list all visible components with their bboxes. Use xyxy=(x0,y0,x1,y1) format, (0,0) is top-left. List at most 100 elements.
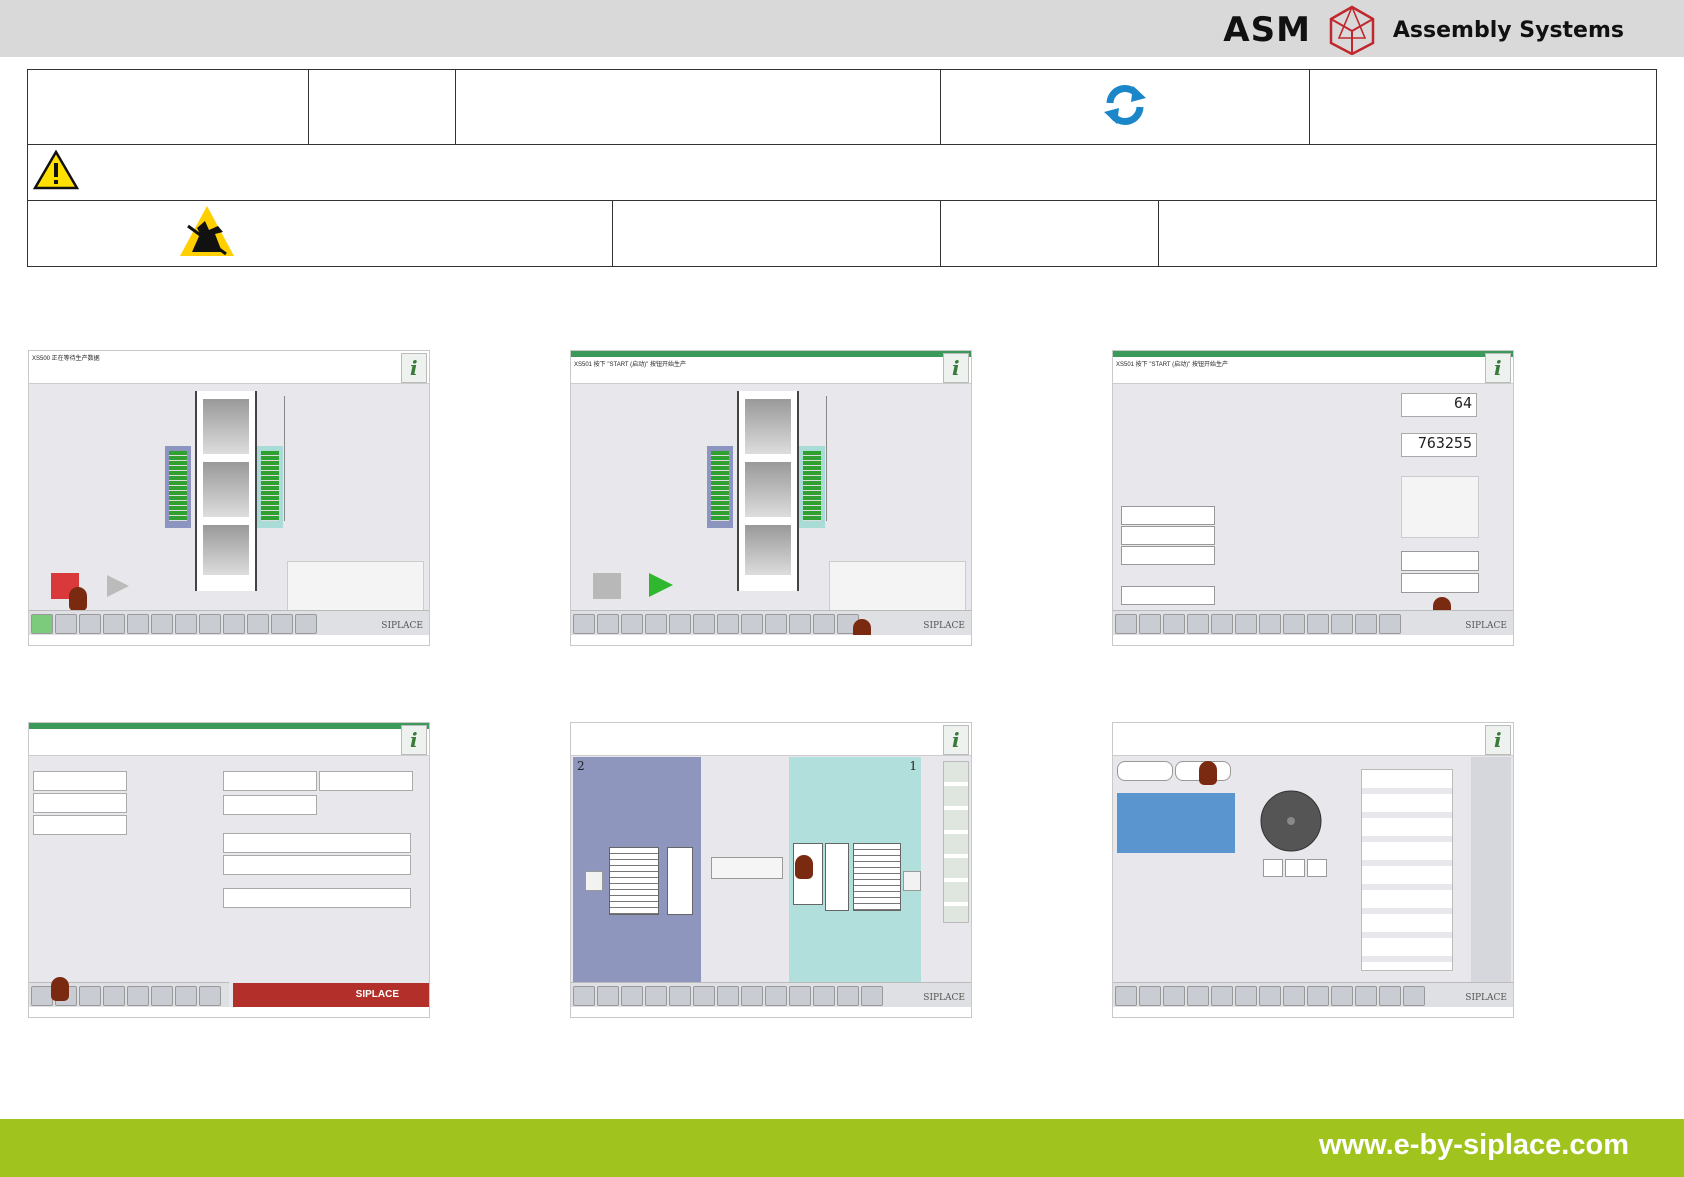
taskbar-button[interactable] xyxy=(765,986,787,1006)
taskbar-button[interactable] xyxy=(1331,614,1353,634)
taskbar-button[interactable] xyxy=(1283,614,1305,634)
info-icon[interactable] xyxy=(943,725,969,755)
taskbar-button[interactable] xyxy=(199,614,221,634)
info-icon[interactable] xyxy=(401,353,427,383)
taskbar-button[interactable] xyxy=(693,614,715,634)
taskbar-button[interactable] xyxy=(1307,614,1329,634)
taskbar-button[interactable] xyxy=(669,986,691,1006)
taskbar-button[interactable] xyxy=(813,614,835,634)
manual-button[interactable] xyxy=(1401,573,1479,593)
taskbar-button[interactable] xyxy=(645,614,667,634)
taskbar-button[interactable] xyxy=(669,614,691,634)
settings-button[interactable] xyxy=(33,793,127,813)
taskbar-button[interactable] xyxy=(1355,614,1377,634)
taskbar-button[interactable] xyxy=(79,614,101,634)
taskbar-button[interactable] xyxy=(1355,986,1377,1006)
taskbar-button[interactable] xyxy=(1211,986,1233,1006)
taskbar-button[interactable] xyxy=(271,614,293,634)
taskbar-button[interactable] xyxy=(103,614,125,634)
taskbar-button[interactable] xyxy=(573,986,595,1006)
function-button[interactable] xyxy=(1121,526,1215,545)
play-button[interactable] xyxy=(647,571,675,599)
taskbar-button[interactable] xyxy=(103,986,125,1006)
taskbar-button[interactable] xyxy=(717,614,739,634)
taskbar-button[interactable] xyxy=(1379,614,1401,634)
taskbar-button[interactable] xyxy=(175,986,197,1006)
taskbar-button[interactable] xyxy=(151,614,173,634)
stop-button[interactable] xyxy=(593,573,621,599)
taskbar-button[interactable] xyxy=(597,614,619,634)
taskbar-button[interactable] xyxy=(31,614,53,634)
taskbar-button[interactable] xyxy=(573,614,595,634)
info-icon[interactable] xyxy=(943,353,969,383)
taskbar-button[interactable] xyxy=(31,986,53,1006)
language-button[interactable] xyxy=(223,795,317,815)
taskbar-button[interactable] xyxy=(1139,614,1161,634)
side-toolbar[interactable] xyxy=(1471,757,1511,983)
taskbar-button[interactable] xyxy=(861,986,883,1006)
taskbar-button[interactable] xyxy=(1403,986,1425,1006)
rotate-button[interactable] xyxy=(1307,859,1327,877)
taskbar-button[interactable] xyxy=(693,986,715,1006)
taskbar-button[interactable] xyxy=(741,614,763,634)
taskbar-button[interactable] xyxy=(1187,986,1209,1006)
arrow-right-button[interactable] xyxy=(903,871,921,891)
taskbar-button[interactable] xyxy=(127,986,149,1006)
taskbar-button[interactable] xyxy=(1163,986,1185,1006)
info-icon[interactable] xyxy=(1485,725,1511,755)
settings-button[interactable] xyxy=(223,833,411,853)
taskbar-button[interactable] xyxy=(247,614,269,634)
info-icon[interactable] xyxy=(401,725,427,755)
taskbar-button[interactable] xyxy=(1307,986,1329,1006)
settings-button[interactable] xyxy=(33,815,127,835)
language-button[interactable] xyxy=(223,771,317,791)
taskbar-button[interactable] xyxy=(175,614,197,634)
function-button[interactable] xyxy=(1121,506,1215,525)
rotate-button[interactable] xyxy=(1263,859,1283,877)
taskbar-button[interactable] xyxy=(223,614,245,634)
taskbar-button[interactable] xyxy=(79,986,101,1006)
arrow-left-button[interactable] xyxy=(585,871,603,891)
taskbar-button[interactable] xyxy=(1115,986,1137,1006)
taskbar-button[interactable] xyxy=(813,986,835,1006)
taskbar-button[interactable] xyxy=(645,986,667,1006)
taskbar-button[interactable] xyxy=(717,986,739,1006)
single-nozzle-toggle[interactable] xyxy=(1117,761,1173,781)
auto-button[interactable] xyxy=(1401,551,1479,571)
center-component[interactable] xyxy=(711,857,783,879)
rotate-button[interactable] xyxy=(1285,859,1305,877)
taskbar-button[interactable] xyxy=(127,614,149,634)
taskbar-button[interactable] xyxy=(1163,614,1185,634)
settings-button[interactable] xyxy=(223,888,411,908)
website-link[interactable]: www.e-by-siplace.com xyxy=(1319,1129,1629,1162)
settings-button[interactable] xyxy=(33,771,127,791)
taskbar-button[interactable] xyxy=(1379,986,1401,1006)
taskbar-button[interactable] xyxy=(1283,986,1305,1006)
taskbar-button[interactable] xyxy=(1139,986,1161,1006)
taskbar-button[interactable] xyxy=(1235,986,1257,1006)
taskbar-button[interactable] xyxy=(295,614,317,634)
settings-button[interactable] xyxy=(223,855,411,875)
nozzle-list[interactable] xyxy=(1117,793,1235,853)
side-toolbar[interactable] xyxy=(943,761,969,923)
taskbar-button[interactable] xyxy=(597,986,619,1006)
taskbar-button[interactable] xyxy=(1331,986,1353,1006)
play-button[interactable] xyxy=(105,573,131,599)
taskbar-button[interactable] xyxy=(621,614,643,634)
taskbar-button[interactable] xyxy=(1235,614,1257,634)
info-icon[interactable] xyxy=(1485,353,1511,383)
taskbar-button[interactable] xyxy=(199,986,221,1006)
taskbar-button[interactable] xyxy=(1259,986,1281,1006)
function-button[interactable] xyxy=(1121,586,1215,605)
nozzle-functions[interactable] xyxy=(1361,769,1453,971)
taskbar-button[interactable] xyxy=(151,986,173,1006)
taskbar-button[interactable] xyxy=(1211,614,1233,634)
taskbar-button[interactable] xyxy=(789,614,811,634)
language-button[interactable] xyxy=(319,771,413,791)
taskbar-button[interactable] xyxy=(765,614,787,634)
taskbar-button[interactable] xyxy=(741,986,763,1006)
taskbar-button[interactable] xyxy=(1259,614,1281,634)
taskbar-button[interactable] xyxy=(55,614,77,634)
taskbar-button[interactable] xyxy=(789,986,811,1006)
taskbar-button[interactable] xyxy=(837,986,859,1006)
